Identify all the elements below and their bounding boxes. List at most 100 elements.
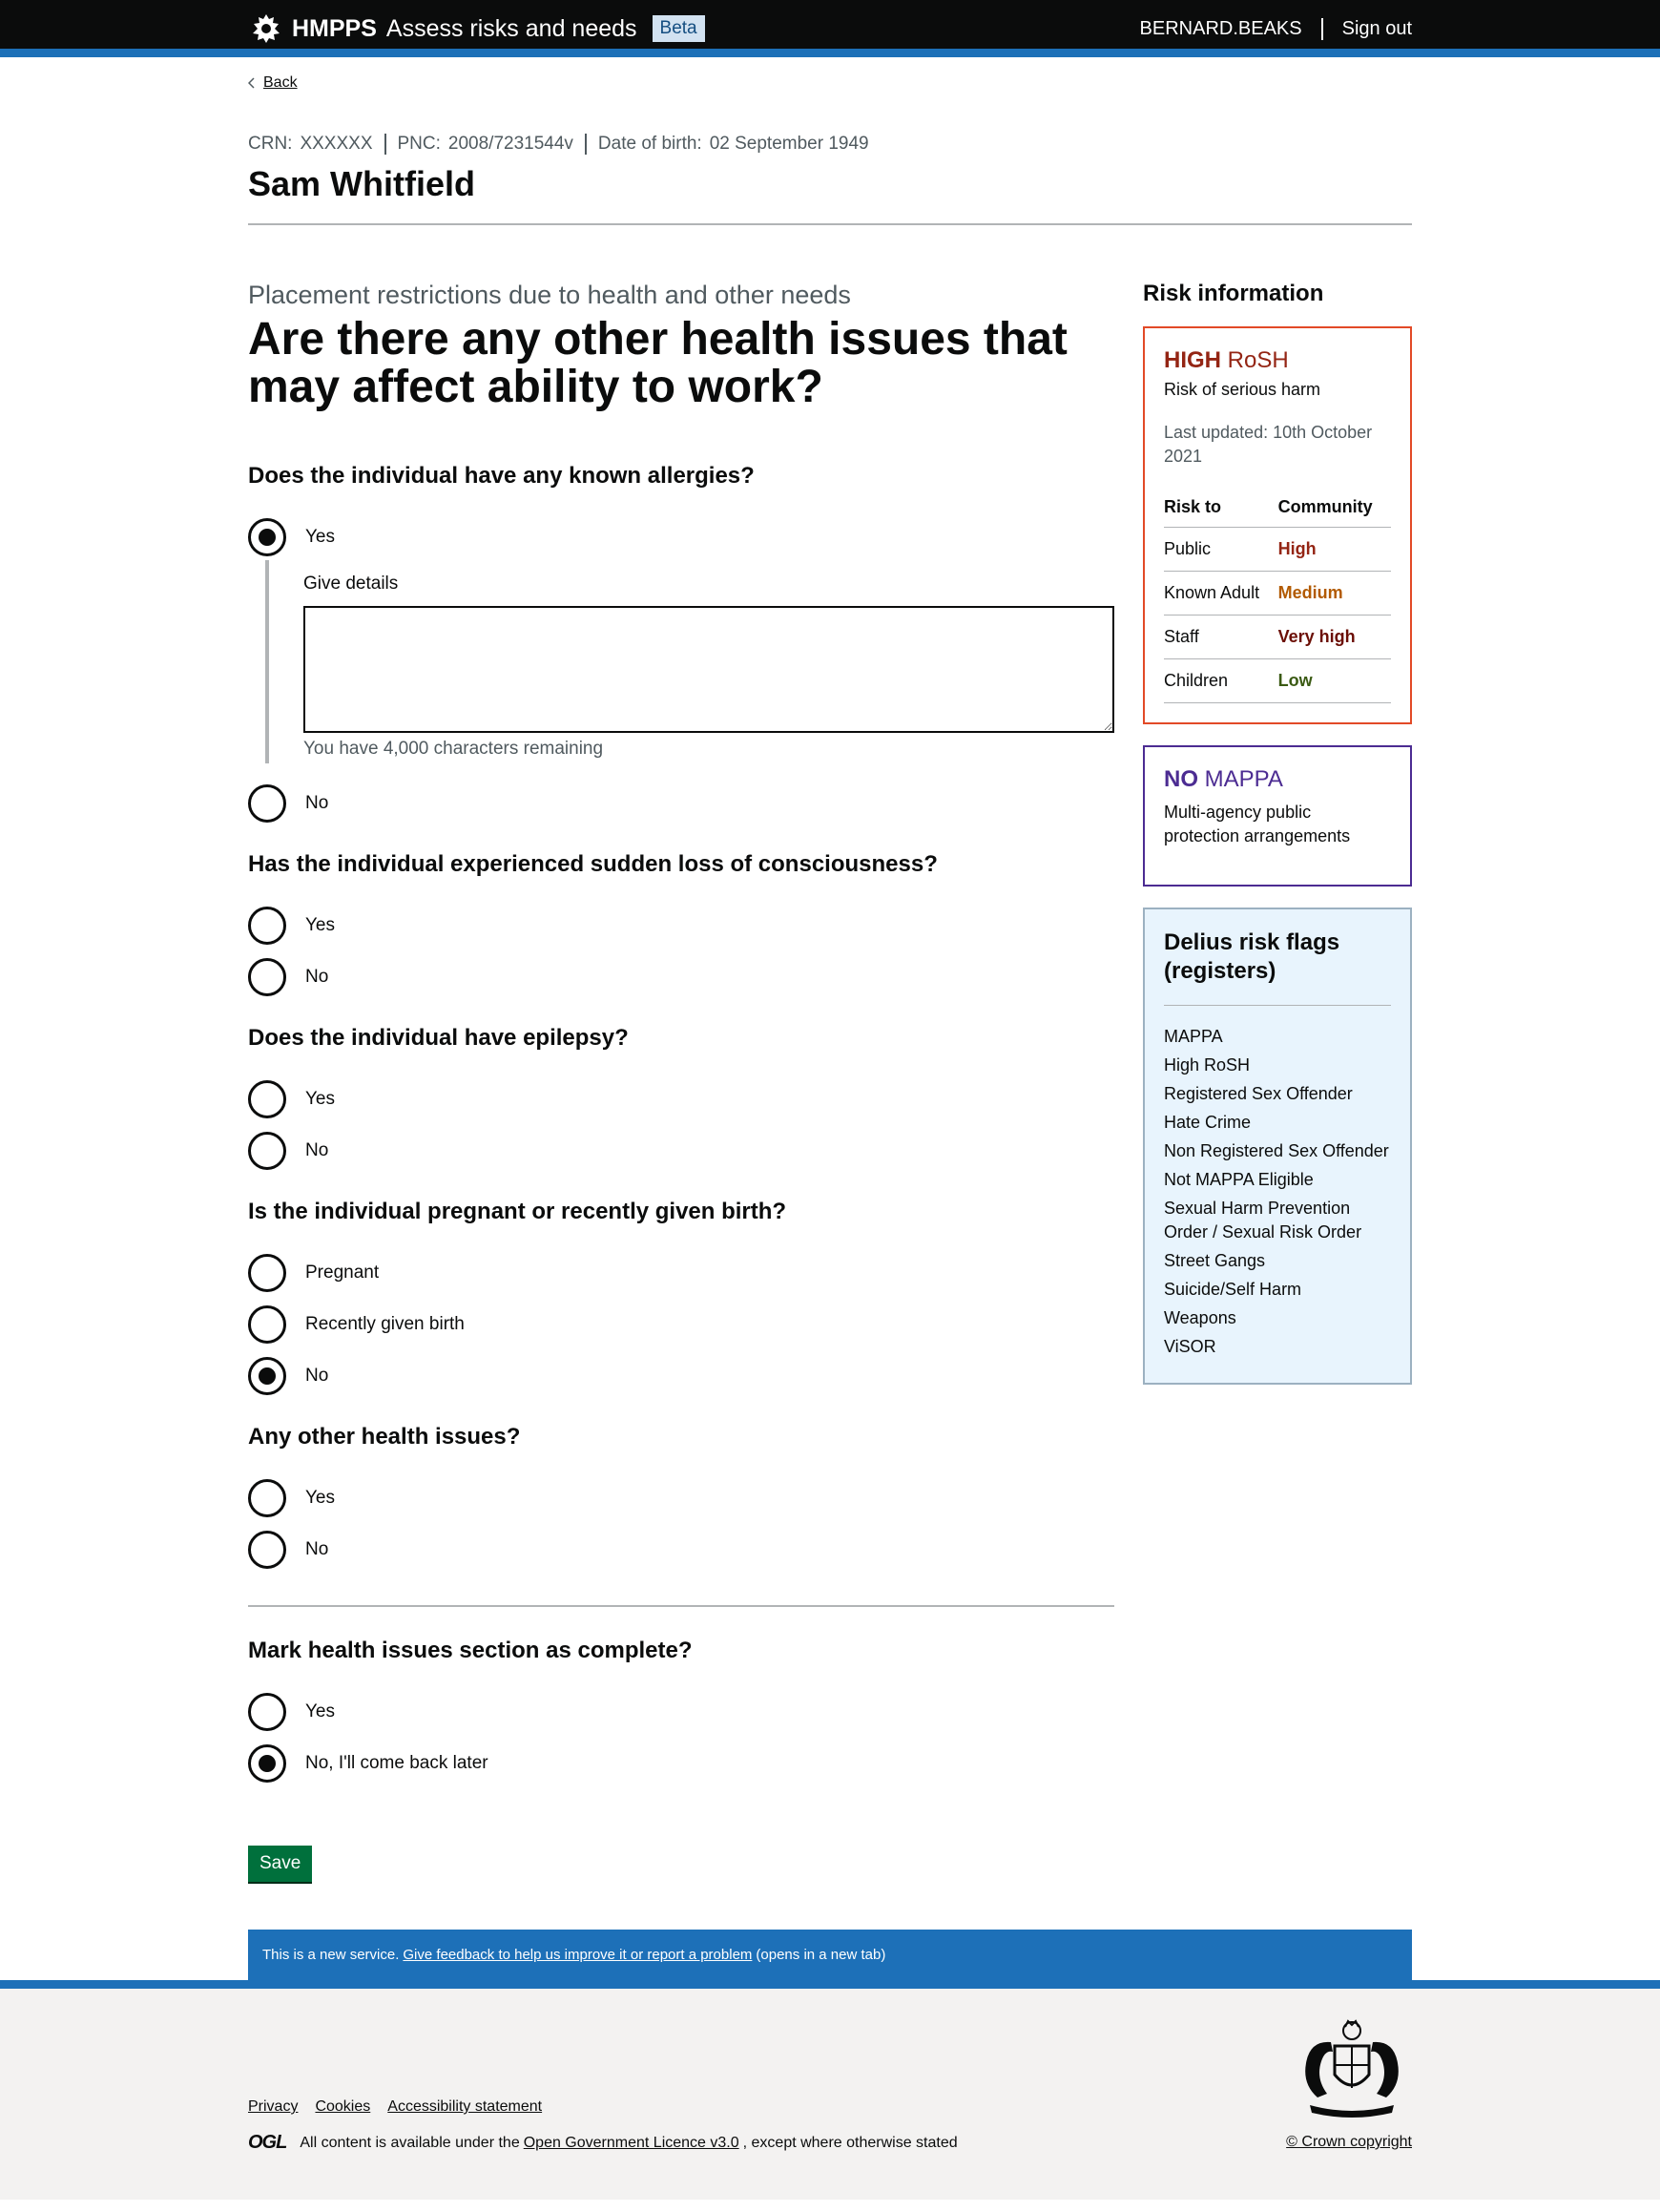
service-name[interactable]: Assess risks and needs: [386, 15, 637, 43]
ogl-logo-icon: OGL: [248, 2132, 287, 2153]
col-community: Community: [1277, 488, 1391, 528]
org-name[interactable]: HMPPS: [292, 15, 377, 43]
radio-label[interactable]: Pregnant: [305, 1263, 379, 1283]
list-item: High RoSH: [1164, 1055, 1251, 1075]
radio-complete-no[interactable]: No, I'll come back later: [248, 1744, 1114, 1783]
footer-link-cookies[interactable]: Cookies: [315, 2098, 370, 2116]
flags-list: MAPPA High RoSH Registered Sex Offender …: [1164, 1025, 1391, 1359]
content-grid: Placement restrictions due to health and…: [248, 281, 1412, 1882]
radio-label[interactable]: Recently given birth: [305, 1314, 465, 1335]
licence-statement: OGL All content is available under the O…: [248, 2132, 958, 2154]
radio-epilepsy-no[interactable]: No: [248, 1132, 1114, 1170]
site-header: HMPPS Assess risks and needs Beta BERNAR…: [0, 0, 1660, 57]
list-item: Not MAPPA Eligible: [1164, 1170, 1314, 1189]
radio-allergies-yes[interactable]: Yes: [248, 518, 1114, 556]
radio-button-checked[interactable]: [248, 1357, 286, 1395]
risk-who: Public: [1164, 527, 1278, 572]
rosh-last-updated: Last updated: 10th October 2021: [1164, 423, 1373, 466]
chevron-left-icon: [248, 77, 255, 89]
list-item: Hate Crime: [1164, 1113, 1252, 1132]
list-item: Street Gangs: [1164, 1251, 1266, 1270]
question-consciousness: Has the individual experienced sudden lo…: [248, 851, 1114, 996]
back-link[interactable]: Back: [263, 74, 298, 92]
radio-other-yes[interactable]: Yes: [248, 1479, 1114, 1517]
question-epilepsy: Does the individual have epilepsy? Yes N…: [248, 1025, 1114, 1170]
dob-value: 02 September 1949: [709, 134, 869, 154]
radio-button[interactable]: [248, 1531, 286, 1569]
radio-label[interactable]: Yes: [305, 1488, 335, 1509]
conditional-details: Give details You have 4,000 characters r…: [265, 560, 1114, 763]
radio-button[interactable]: [248, 784, 286, 823]
radio-button[interactable]: [248, 907, 286, 945]
crown-copyright-link[interactable]: © Crown copyright: [1286, 2134, 1412, 2151]
licence-link[interactable]: Open Government Licence v3.0: [524, 2135, 739, 2152]
table-row: Children Low: [1164, 658, 1391, 703]
list-item: MAPPA: [1164, 1027, 1223, 1046]
dob-item: Date of birth: 02 September 1949: [598, 134, 881, 155]
risk-who: Staff: [1164, 615, 1278, 659]
royal-coat-of-arms-icon: [1305, 2019, 1399, 2118]
mappa-subtitle: Multi-agency public protection arrangeme…: [1164, 803, 1351, 845]
radio-button[interactable]: [248, 1479, 286, 1517]
mappa-level: NO MAPPA: [1164, 766, 1391, 793]
radio-button[interactable]: [248, 958, 286, 996]
character-count-hint: You have 4,000 characters remaining: [303, 739, 604, 759]
details-textarea[interactable]: [303, 606, 1114, 733]
radio-label[interactable]: Yes: [305, 915, 335, 936]
table-row: Known Adult Medium: [1164, 571, 1391, 616]
risk-who: Children: [1164, 658, 1278, 703]
crn-item: CRN: XXXXXX: [248, 134, 386, 155]
radio-button[interactable]: [248, 1254, 286, 1292]
radio-pregnancy-no[interactable]: No: [248, 1357, 1114, 1395]
footer-inner: Privacy Cookies Accessibility statement …: [248, 1989, 1412, 2200]
radio-consciousness-yes[interactable]: Yes: [248, 907, 1114, 945]
feedback-suffix: (opens in a new tab): [756, 1947, 886, 1963]
crest-icon: [248, 10, 284, 47]
footer-link-privacy[interactable]: Privacy: [248, 2098, 298, 2116]
radio-button-checked[interactable]: [248, 518, 286, 556]
mappa-level-suffix: MAPPA: [1204, 766, 1283, 792]
username: BERNARD.BEAKS: [1140, 17, 1323, 40]
radio-pregnant[interactable]: Pregnant: [248, 1254, 1114, 1292]
feedback-prefix: This is a new service.: [262, 1947, 400, 1963]
radio-complete-yes[interactable]: Yes: [248, 1693, 1114, 1731]
radio-button-checked[interactable]: [248, 1744, 286, 1783]
radio-recently-given-birth[interactable]: Recently given birth: [248, 1305, 1114, 1344]
question-label: Mark health issues section as complete?: [248, 1638, 693, 1663]
dob-label: Date of birth:: [597, 134, 702, 154]
pnc-label: PNC:: [397, 134, 441, 154]
radio-allergies-no[interactable]: No: [248, 784, 1114, 823]
radio-label[interactable]: No: [305, 967, 328, 988]
radio-button[interactable]: [248, 1693, 286, 1731]
radio-other-no[interactable]: No: [248, 1531, 1114, 1569]
page-container: Back CRN: XXXXXX PNC: 2008/7231544v Date o…: [248, 74, 1412, 1980]
person-name: Sam Whitfield: [248, 164, 1412, 225]
radio-consciousness-no[interactable]: No: [248, 958, 1114, 996]
risk-level: Low: [1277, 658, 1391, 703]
radio-button[interactable]: [248, 1080, 286, 1118]
radio-button[interactable]: [248, 1132, 286, 1170]
radio-epilepsy-yes[interactable]: Yes: [248, 1080, 1114, 1118]
save-button[interactable]: Save: [248, 1846, 313, 1882]
feedback-link[interactable]: Give feedback to help us improve it or r…: [403, 1947, 752, 1963]
header-inner: HMPPS Assess risks and needs Beta BERNAR…: [248, 0, 1412, 57]
radio-label[interactable]: No: [305, 1140, 328, 1161]
footer-link-accessibility[interactable]: Accessibility statement: [387, 2098, 542, 2116]
radio-label[interactable]: No: [305, 1539, 328, 1560]
rosh-level-value: HIGH: [1164, 347, 1221, 373]
list-item: ViSOR: [1164, 1337, 1216, 1356]
list-item: Sexual Harm Prevention Order / Sexual Ri…: [1164, 1199, 1362, 1242]
radio-label[interactable]: No: [305, 793, 328, 814]
page-title: Are there any other health issues that m…: [248, 314, 1068, 412]
radio-button[interactable]: [248, 1305, 286, 1344]
radio-label[interactable]: Yes: [305, 527, 335, 548]
sidebar-title: Risk information: [1143, 281, 1324, 306]
licence-suffix: , except where otherwise stated: [742, 2134, 958, 2151]
sign-out-link[interactable]: Sign out: [1323, 18, 1412, 40]
radio-label[interactable]: Yes: [305, 1089, 335, 1110]
radio-label[interactable]: Yes: [305, 1701, 335, 1722]
radio-label[interactable]: No, I'll come back later: [305, 1753, 488, 1774]
pnc-item: PNC: 2008/7231544v: [398, 134, 587, 155]
radio-label[interactable]: No: [305, 1366, 328, 1387]
section-divider: [248, 1605, 1114, 1607]
